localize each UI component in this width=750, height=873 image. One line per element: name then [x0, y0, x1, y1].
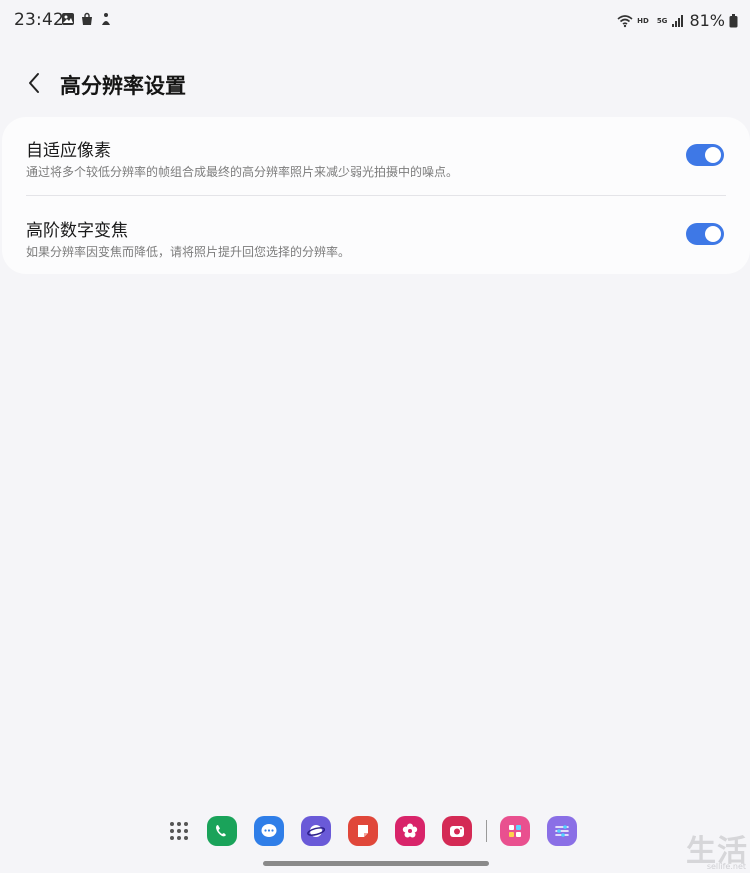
gallery-icon[interactable]	[395, 816, 425, 846]
setting-title: 高阶数字变焦	[26, 221, 128, 241]
chevron-left-icon	[29, 73, 39, 93]
status-bar: 23:42 HD 5G 81%	[0, 0, 750, 42]
setting-description: 如果分辨率因变焦而降低，请将照片提升回您选择的分辨率。	[26, 245, 351, 259]
toggle-knob	[705, 147, 721, 163]
home-indicator[interactable]	[263, 861, 489, 866]
gallery-notification-icon	[62, 13, 74, 25]
setting-title: 自适应像素	[26, 141, 111, 161]
settings-icon[interactable]	[547, 816, 577, 846]
dock-separator	[486, 820, 487, 842]
notification-icons	[61, 12, 113, 26]
messages-icon[interactable]	[254, 816, 284, 846]
phone-icon[interactable]	[207, 816, 237, 846]
apps-grid-icon[interactable]	[168, 820, 190, 842]
camera-icon[interactable]	[442, 816, 472, 846]
signal-icon	[672, 14, 684, 27]
status-time: 23:42	[14, 10, 64, 30]
settings-card: 自适应像素 通过将多个较低分辨率的帧组合成最终的高分辨率照片来减少弱光拍摄中的噪…	[2, 117, 750, 274]
advanced-digital-zoom-toggle[interactable]	[686, 223, 724, 245]
toggle-knob	[705, 226, 721, 242]
notes-icon[interactable]	[348, 816, 378, 846]
signal-type-label: 5G	[656, 16, 668, 25]
page-title: 高分辨率设置	[60, 74, 186, 98]
setting-description: 通过将多个较低分辨率的帧组合成最终的高分辨率照片来减少弱光拍摄中的噪点。	[26, 165, 459, 179]
watermark-sub: sellife.net	[706, 862, 746, 871]
header: 高分辨率设置	[0, 62, 750, 106]
adaptive-pixel-toggle[interactable]	[686, 144, 724, 166]
taskbar	[168, 814, 594, 848]
store-icon[interactable]	[500, 816, 530, 846]
battery-percentage: 81%	[689, 11, 725, 30]
wifi-icon	[617, 14, 633, 27]
setting-row-advanced-digital-zoom[interactable]: 高阶数字变焦 如果分辨率因变焦而降低，请将照片提升回您选择的分辨率。	[2, 196, 750, 274]
internet-icon[interactable]	[301, 816, 331, 846]
status-right: HD 5G 81%	[617, 11, 738, 30]
hd-label: HD	[637, 16, 649, 25]
figure-notification-icon	[102, 13, 110, 25]
setting-row-adaptive-pixel[interactable]: 自适应像素 通过将多个较低分辨率的帧组合成最终的高分辨率照片来减少弱光拍摄中的噪…	[2, 117, 750, 196]
shopping-bag-notification-icon	[82, 12, 92, 25]
back-button[interactable]	[18, 67, 50, 99]
battery-icon	[729, 13, 738, 27]
